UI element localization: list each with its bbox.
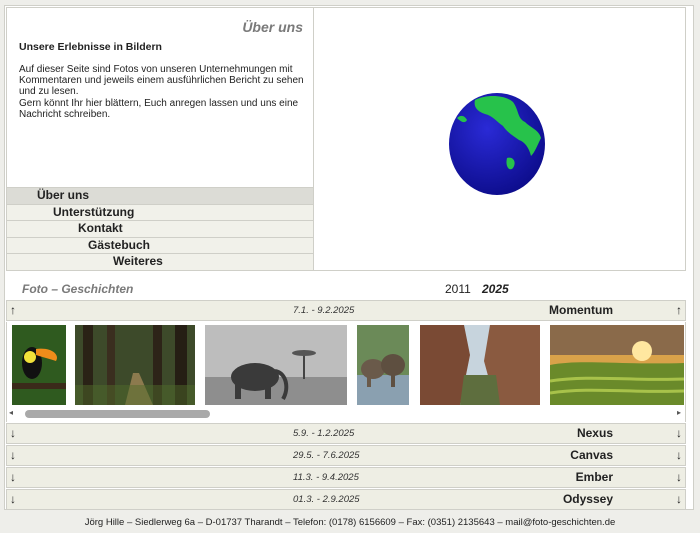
arrow-down-icon[interactable]: ↓ — [676, 492, 682, 506]
story-name: Odyssey — [562, 492, 613, 506]
year-link-2011[interactable]: 2011 — [445, 282, 471, 296]
story-row[interactable]: ↓ 01.3. - 2.9.2025 Odyssey ↓ — [6, 489, 686, 510]
story-date: 7.1. - 9.2.2025 — [293, 305, 355, 316]
story-name: Ember — [575, 470, 613, 484]
globe-icon — [447, 92, 547, 196]
nav-item-ueber-uns[interactable]: Über uns — [7, 187, 313, 204]
photo-elephants-water[interactable] — [357, 325, 409, 405]
story-row[interactable]: ↓ 29.5. - 7.6.2025 Canvas ↓ — [6, 445, 686, 466]
footer-contact: Jörg Hille – Siedlerweg 6a – D-01737 Tha… — [84, 517, 616, 528]
horizontal-scrollbar[interactable]: ◂ ▸ — [7, 408, 685, 420]
nav-item-weiteres[interactable]: Weiteres — [7, 253, 313, 270]
story-row[interactable]: ↑ 7.1. - 9.2.2025 Momentum ↑ — [6, 300, 686, 321]
photo-canyon[interactable] — [420, 325, 540, 405]
stories-header: Foto – Geschichten 2011 2025 — [6, 280, 686, 298]
main-nav: Über uns Unterstützung Kontakt Gästebuch… — [7, 187, 313, 270]
year-link-2025[interactable]: 2025 — [482, 282, 509, 296]
arrow-down-icon[interactable]: ↓ — [676, 470, 682, 484]
story-date: 29.5. - 7.6.2025 — [293, 450, 360, 461]
section-title: Foto – Geschichten — [22, 282, 134, 296]
header-panel: Über uns Unsere Erlebnisse in Bildern Au… — [6, 7, 686, 271]
photo-elephant[interactable] — [205, 325, 347, 405]
intro-paragraph: Auf dieser Seite sind Fotos von unseren … — [19, 64, 304, 98]
story-row[interactable]: ↓ 5.9. - 1.2.2025 Nexus ↓ — [6, 423, 686, 444]
arrow-down-icon[interactable]: ↓ — [10, 492, 16, 506]
scrollbar-thumb[interactable] — [25, 410, 210, 418]
arrow-up-icon[interactable]: ↑ — [10, 303, 16, 317]
story-date: 5.9. - 1.2.2025 — [293, 428, 355, 439]
arrow-down-icon[interactable]: ↓ — [10, 470, 16, 484]
page-subtitle: Unsere Erlebnisse in Bildern — [19, 41, 162, 53]
story-date: 01.3. - 2.9.2025 — [293, 494, 360, 505]
arrow-down-icon[interactable]: ↓ — [676, 448, 682, 462]
nav-item-unterstuetzung[interactable]: Unterstützung — [7, 203, 313, 221]
photo-rice-terraces[interactable] — [550, 325, 684, 405]
arrow-down-icon[interactable]: ↓ — [10, 448, 16, 462]
story-list: ↑ 7.1. - 9.2.2025 Momentum ↑ ◂ ▸ ↓ 5.9. … — [6, 300, 686, 511]
photo-gallery: ◂ ▸ — [6, 322, 686, 422]
arrow-down-icon[interactable]: ↓ — [10, 426, 16, 440]
nav-item-gaestebuch[interactable]: Gästebuch — [7, 236, 313, 254]
scroll-left-icon[interactable]: ◂ — [9, 408, 13, 417]
intro-panel: Über uns Unsere Erlebnisse in Bildern Au… — [7, 8, 314, 270]
story-date: 11.3. - 9.4.2025 — [293, 472, 359, 483]
scroll-right-icon[interactable]: ▸ — [677, 408, 681, 417]
photo-toucan[interactable] — [12, 325, 66, 405]
page-title: Über uns — [242, 19, 303, 35]
photo-forest-path[interactable] — [75, 325, 195, 405]
intro-text: Auf dieser Seite sind Fotos von unseren … — [19, 64, 309, 120]
story-name: Canvas — [570, 448, 613, 462]
arrow-down-icon[interactable]: ↓ — [676, 426, 682, 440]
nav-item-kontakt[interactable]: Kontakt — [7, 220, 313, 237]
intro-paragraph: Gern könnt Ihr hier blättern, Euch anreg… — [19, 97, 299, 120]
story-row[interactable]: ↓ 11.3. - 9.4.2025 Ember ↓ — [6, 467, 686, 488]
story-name: Momentum — [549, 303, 613, 317]
arrow-up-icon[interactable]: ↑ — [676, 303, 682, 317]
story-name: Nexus — [576, 426, 613, 440]
